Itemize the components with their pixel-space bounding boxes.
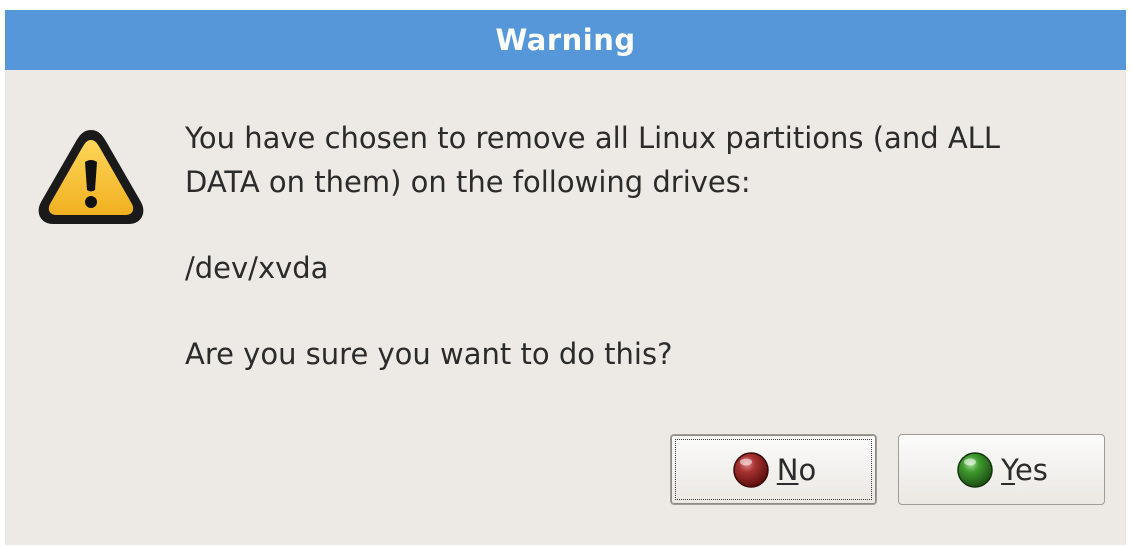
warning-dialog: Warning You have chosen to remove all Li…: [5, 10, 1126, 545]
message-line-1: You have chosen to remove all Linux part…: [185, 121, 1000, 155]
warning-icon: [38, 130, 144, 224]
no-button[interactable]: No: [670, 434, 877, 505]
message-line-2: DATA on them) on the following drives:: [185, 165, 751, 199]
warning-message: You have chosen to remove all Linux part…: [185, 116, 1000, 204]
yes-button-label: Yes: [1001, 452, 1048, 487]
dialog-titlebar: Warning: [5, 10, 1126, 70]
confirm-question: Are you sure you want to do this?: [185, 337, 673, 371]
yes-button[interactable]: Yes: [898, 434, 1105, 505]
green-circle-icon: [957, 451, 993, 488]
dialog-title: Warning: [495, 23, 636, 57]
no-button-label: No: [776, 452, 817, 487]
drive-path: /dev/xvda: [185, 251, 329, 285]
red-circle-icon: [733, 451, 769, 488]
